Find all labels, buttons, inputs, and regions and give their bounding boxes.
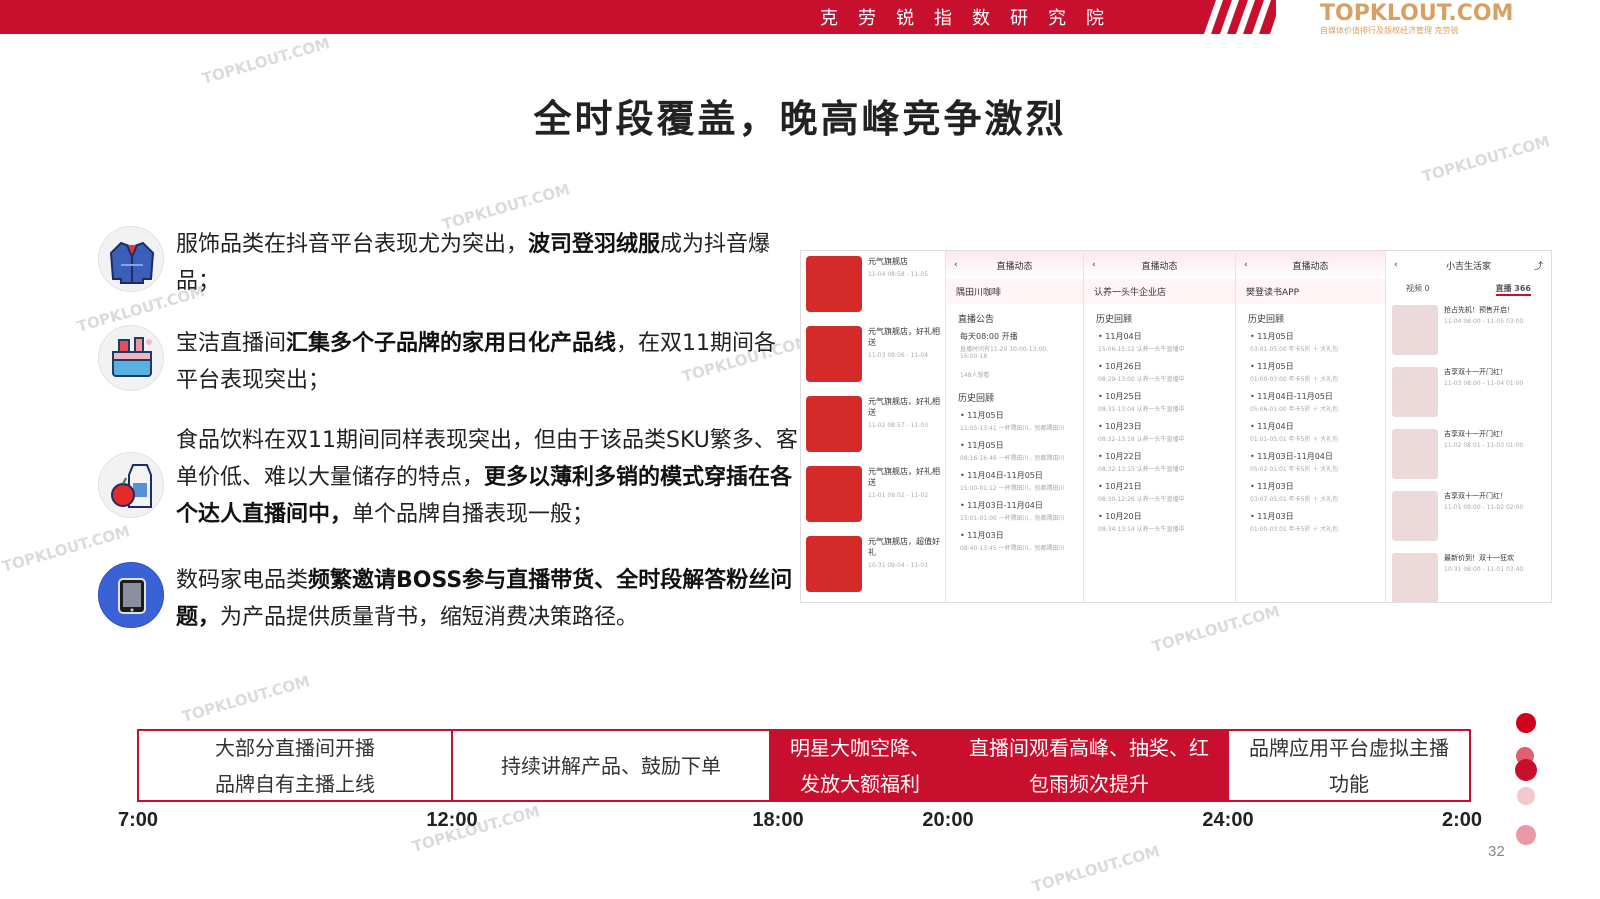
live-card: 元气旗舰店，好礼相送 11-02 08:57 - 11-03 (801, 391, 945, 461)
timeline-segment-peak: 直播间观看高峰、抽奖、红 包雨频次提升 (951, 731, 1229, 800)
logo-tagline: 自媒体价值排行及版权经济管理 (1320, 26, 1432, 35)
org-name: 克劳锐指数研究院 (820, 8, 1124, 29)
watermark: TOPKLOUT.COM (200, 34, 332, 88)
live-card: 元气旗舰店，好礼相送 11-03 09:06 - 11-04 (801, 321, 945, 391)
screenshot-panel-yuanqi: 元气旗舰店 11-04 08:58 - 11-05 元气旗舰店，好礼相送 11-03… (801, 251, 946, 602)
decorative-dot (1516, 713, 1536, 733)
page-number: 32 (1488, 843, 1505, 860)
tablet-device-icon (98, 562, 164, 628)
bullet-food-beverage: 食品饮料在双11期间同样表现突出，但由于该品类SKU繁多、客单价低、难以大量储存… (98, 422, 798, 537)
logo-brand: 克劳锐 (1434, 26, 1459, 35)
bullet-household: 宝洁直播间汇集多个子品牌的家用日化产品线，在双11期间各平台表现突出； (98, 325, 798, 405)
live-card: 吉享双十一开门红！ 11-02 08:01 - 11-03 01:00 (1386, 424, 1551, 486)
live-card: 最新价到！双十一狂欢 10-31 08:00 - 11-01 03:40 (1386, 548, 1551, 602)
down-jacket-icon (98, 226, 164, 292)
live-thumbnail (1392, 429, 1438, 479)
back-chevron-icon: ‹ (1092, 260, 1096, 270)
screenshot-panel-fandeng: ‹ 直播动态 樊登读书APP 历史回顾 • 11月05日 03:01-05:00 年… (1236, 251, 1386, 602)
live-thumbnail (1392, 553, 1438, 602)
screenshot-panel-xiaoji: ‹ 小吉生活家 ⤴ 视频 0 直播 366 抢占先机！预售开启！ 11-04 08:00… (1386, 251, 1551, 602)
live-thumbnail (1392, 367, 1438, 417)
page-title: 全时段覆盖，晚高峰竞争激烈 (533, 97, 1067, 141)
bullet-digital-appliances: 数码家电品类频繁邀请BOSS参与直播带货、全时段解答粉丝问题，为产品提供质量背书… (98, 562, 798, 642)
screenshot-panel-renyangyitouniu: ‹ 直播动态 认养一头牛企业店 历史回顾 • 11月04日 15:06-15:12 … (1084, 251, 1236, 602)
household-products-icon (98, 325, 164, 391)
timeline-tick: 7:00 (117, 809, 159, 831)
timeline-tick: 24:00 (1202, 809, 1254, 831)
live-thumbnail (806, 466, 862, 522)
timeline-tick: 12:00 (426, 809, 478, 831)
food-drink-icon (98, 452, 164, 518)
screenshot-panel-yutianchuan: ‹ 直播动态 隅田川咖啡 直播公告 每天08:00 开播 直播时间有11-20 10… (946, 251, 1084, 602)
live-thumbnail (806, 326, 862, 382)
timeline-tick: 18:00 (752, 809, 804, 831)
live-card: 元气旗舰店 11-04 08:58 - 11-05 (801, 251, 945, 321)
bullet-text: 服饰品类在抖音平台表现尤为突出，波司登羽绒服成为抖音爆品； (176, 232, 771, 294)
bullet-apparel: 服饰品类在抖音平台表现尤为突出，波司登羽绒服成为抖音爆品； (98, 226, 798, 306)
banner-stripes (1198, 0, 1278, 34)
share-icon: ⤴ (1533, 261, 1543, 272)
timeline-segment-late-night: 品牌应用平台虚拟主播 功能 (1229, 731, 1469, 800)
live-card: 抢占先机！预售开启！ 11-04 08:00 - 11-05 03:00 (1386, 300, 1551, 362)
topklout-logo: TOPKLOUT.COM 自媒体价值排行及版权经济管理 克劳锐 (1320, 2, 1513, 36)
back-chevron-icon: ‹ (954, 260, 958, 270)
live-thumbnail (806, 256, 862, 312)
decorative-dot (1515, 759, 1537, 781)
live-card: 元气旗舰店，好礼相送 11-01 09:02 - 11-02 (801, 461, 945, 531)
logo-wordmark: TOPKLOUT.COM (1320, 1, 1514, 26)
decorative-dot (1516, 825, 1536, 845)
back-chevron-icon: ‹ (1394, 260, 1398, 270)
watermark: TOPKLOUT.COM (180, 672, 312, 726)
live-thumbnail (806, 536, 862, 592)
live-thumbnail (1392, 305, 1438, 355)
live-thumbnail (1392, 491, 1438, 541)
timeline-segment-early-evening: 明星大咖空降、 发放大额福利 (771, 731, 951, 800)
live-card: 元气旗舰店，超值好礼 10-31 09:04 - 11-01 (801, 531, 945, 601)
watermark: TOPKLOUT.COM (1030, 842, 1162, 896)
daypart-timeline: 大部分直播间开播 品牌自有主播上线 持续讲解产品、鼓励下单 明星大咖空降、 发放大额… (137, 729, 1471, 802)
decorative-dot (1517, 787, 1535, 805)
bullet-text: 食品饮料在双11期间同样表现突出，但由于该品类SKU繁多、客单价低、难以大量储存… (176, 428, 798, 527)
watermark: TOPKLOUT.COM (1150, 602, 1282, 656)
live-card: 吉享双十一开门红！ 11-03 08:00 - 11-04 01:00 (1386, 362, 1551, 424)
live-card: 吉享双十一开门红！ 11-01 09:00 - 11-02 02:00 (1386, 486, 1551, 548)
timeline-segment-afternoon: 持续讲解产品、鼓励下单 (453, 731, 771, 800)
back-chevron-icon: ‹ (1244, 260, 1248, 270)
bullet-text: 宝洁直播间汇集多个子品牌的家用日化产品线，在双11期间各平台表现突出； (176, 331, 777, 393)
livestream-screenshots: 元气旗舰店 11-04 08:58 - 11-05 元气旗舰店，好礼相送 11-03… (800, 250, 1552, 603)
timeline-segment-morning: 大部分直播间开播 品牌自有主播上线 (139, 731, 453, 800)
timeline-tick: 2:00 (1441, 809, 1483, 831)
timeline-tick: 20:00 (922, 809, 974, 831)
live-thumbnail (806, 396, 862, 452)
bullet-text: 数码家电品类频繁邀请BOSS参与直播带货、全时段解答粉丝问题，为产品提供质量背书… (176, 568, 793, 630)
